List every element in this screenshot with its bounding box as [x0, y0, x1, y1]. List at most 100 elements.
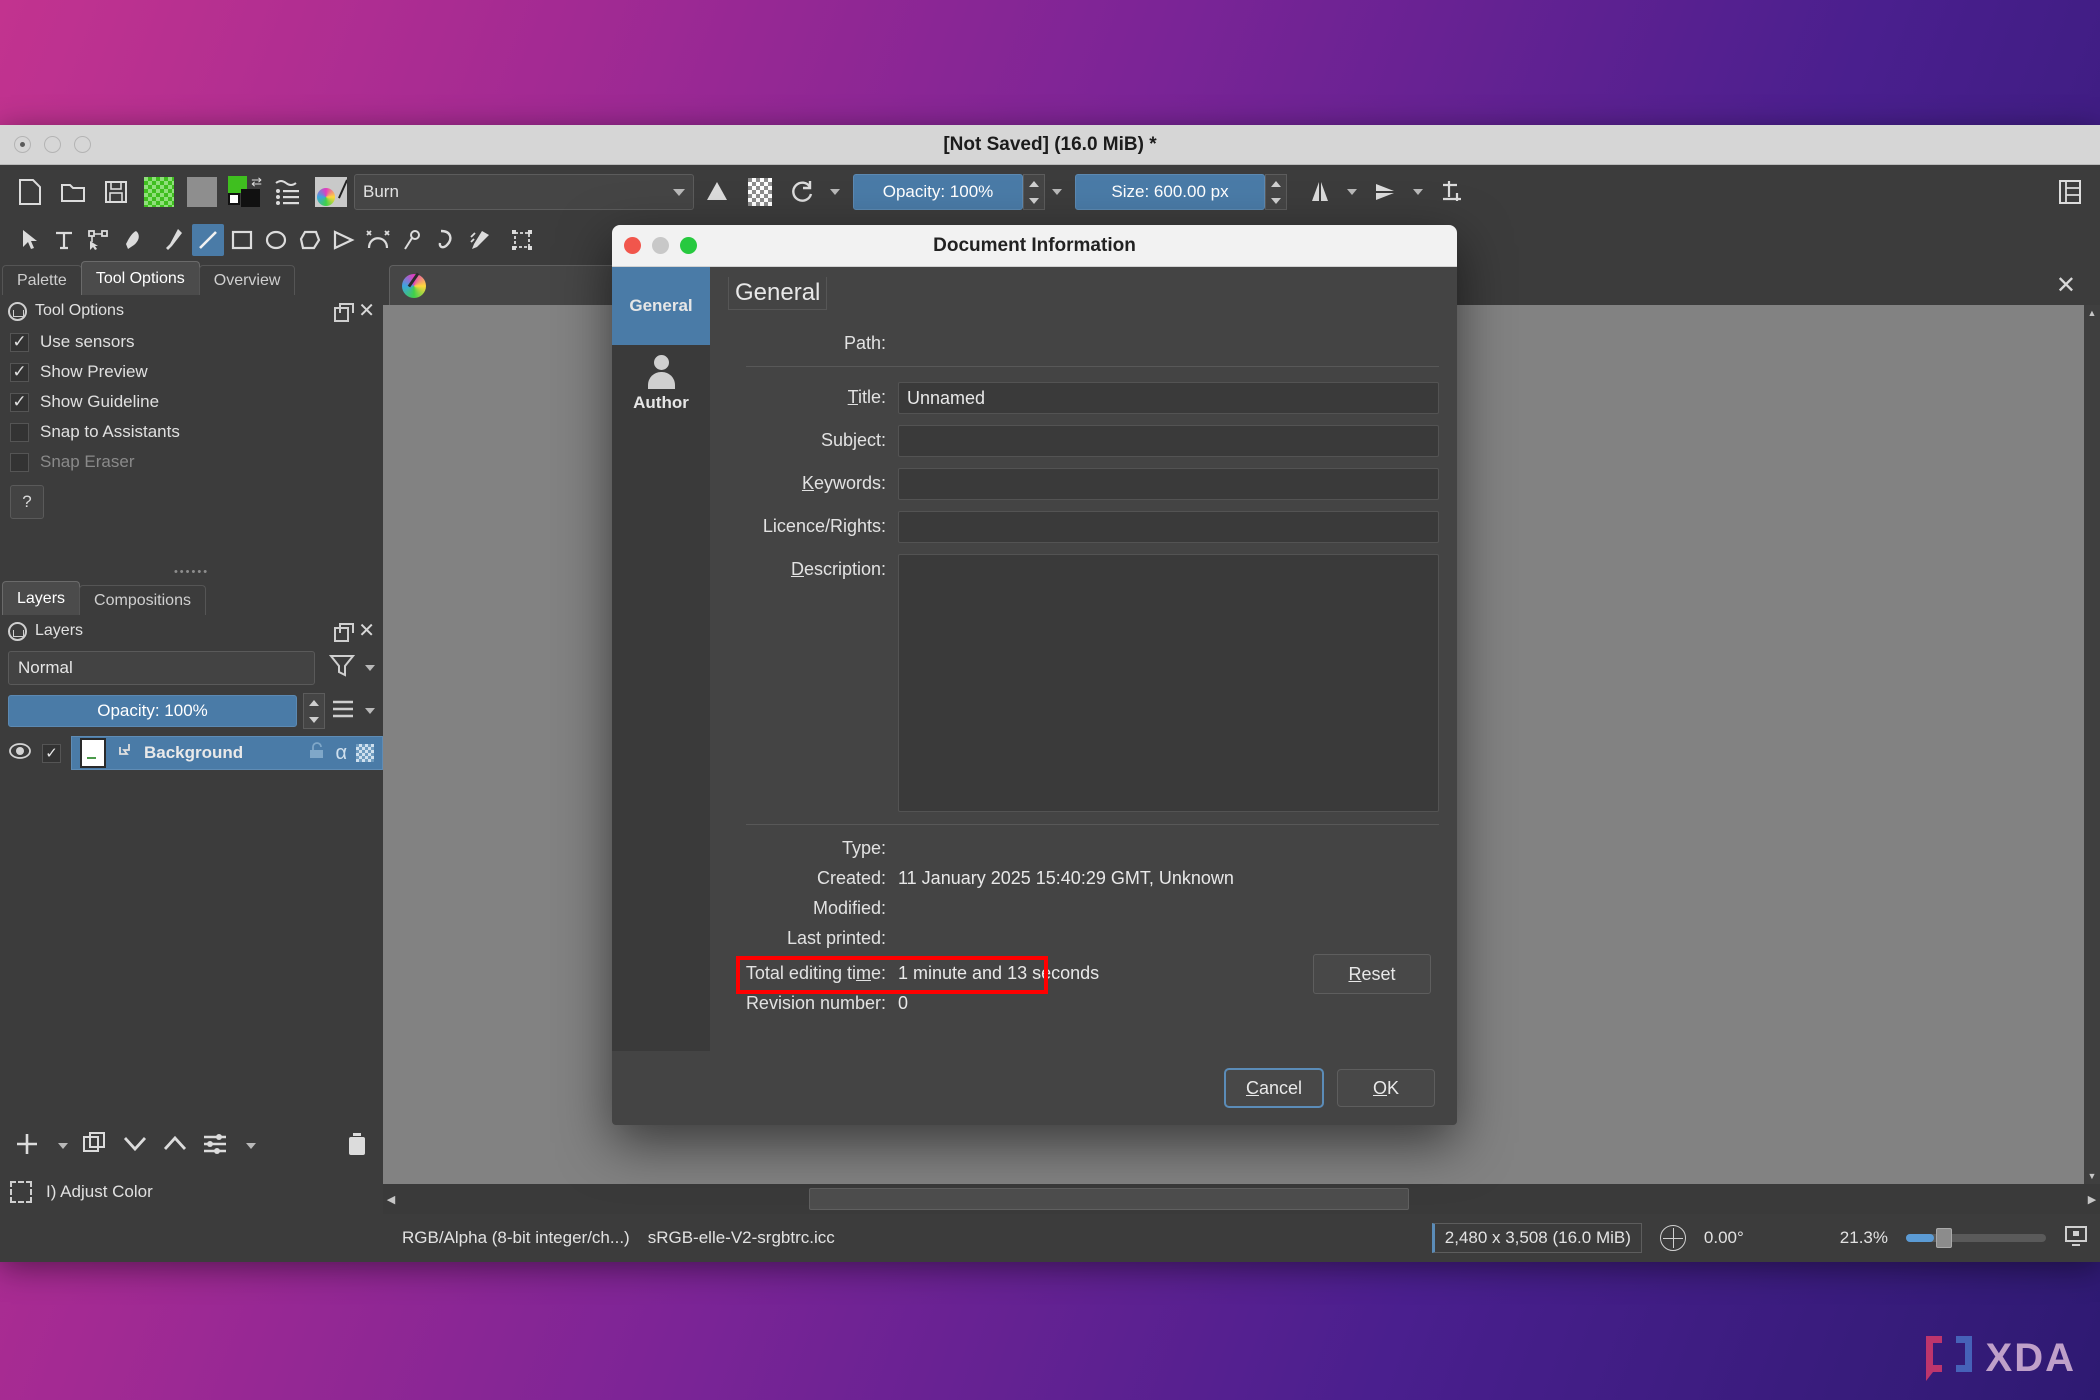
document-dimensions[interactable]: 2,480 x 3,508 (16.0 MiB) — [1432, 1223, 1642, 1253]
scrollbar-thumb[interactable] — [809, 1188, 1409, 1210]
vertical-scrollbar[interactable]: ▲ ▼ — [2084, 305, 2100, 1184]
chevron-down-icon[interactable] — [830, 189, 840, 195]
opacity-stepper[interactable] — [1023, 174, 1045, 210]
option-show-preview[interactable]: ✓ Show Preview — [0, 357, 383, 387]
rectangle-tool[interactable] — [226, 224, 258, 256]
checkbox-checked-icon[interactable]: ✓ — [10, 363, 29, 382]
field-title[interactable]: Title: Unnamed — [728, 382, 1439, 414]
layers-menu-icon[interactable] — [331, 699, 355, 724]
layer-select-checkbox[interactable]: ✓ — [42, 744, 61, 763]
line-tool[interactable] — [192, 224, 224, 256]
new-file-icon[interactable] — [10, 172, 50, 212]
layer-lock-icon[interactable] — [308, 742, 326, 765]
field-keywords[interactable]: Keywords: — [728, 468, 1439, 500]
wrap-around-icon[interactable] — [1432, 172, 1472, 212]
workspace-icon[interactable] — [2050, 172, 2090, 212]
layer-opacity-stepper[interactable] — [303, 693, 325, 729]
chevron-down-icon[interactable] — [1052, 189, 1062, 195]
checkbox-unchecked-icon[interactable] — [10, 423, 29, 442]
chevron-down-icon[interactable] — [58, 1143, 68, 1149]
calligraphy-tool[interactable] — [116, 224, 148, 256]
brush-preset-icon[interactable] — [311, 172, 351, 212]
field-licence[interactable]: Licence/Rights: — [728, 511, 1439, 543]
table-row[interactable]: ✓ Background α — [0, 735, 383, 771]
option-snap-to-assistants[interactable]: Snap to Assistants — [0, 417, 383, 447]
chevron-down-icon[interactable] — [1347, 189, 1357, 195]
add-layer-icon[interactable] — [14, 1131, 40, 1162]
chevron-down-icon[interactable] — [246, 1143, 256, 1149]
transform-tool[interactable] — [506, 224, 538, 256]
delete-layer-icon[interactable] — [345, 1131, 369, 1162]
close-panel-icon[interactable]: ✕ — [358, 301, 375, 321]
fit-to-screen-icon[interactable] — [2064, 1225, 2088, 1252]
field-subject[interactable]: Subject: — [728, 425, 1439, 457]
chevron-down-icon[interactable] — [1413, 189, 1423, 195]
freehand-path-tool[interactable] — [396, 224, 428, 256]
checkbox-checked-icon[interactable]: ✓ — [10, 393, 29, 412]
scroll-up-icon[interactable]: ▲ — [2084, 305, 2100, 321]
layer-link-icon[interactable] — [115, 741, 135, 766]
sidebar-item-author[interactable]: Author — [612, 345, 710, 423]
chevron-down-icon[interactable] — [365, 708, 375, 714]
text-tool[interactable] — [48, 224, 80, 256]
sidebar-item-general[interactable]: General — [612, 267, 710, 345]
layer-background[interactable]: Background α — [71, 736, 383, 770]
horizontal-scrollbar[interactable]: ◀ ▶ — [383, 1184, 2100, 1214]
close-document-icon[interactable]: ✕ — [2038, 271, 2094, 300]
duplicate-layer-icon[interactable] — [82, 1131, 108, 1162]
green-pattern-swatch[interactable] — [139, 172, 179, 212]
layer-alpha-icon[interactable]: α — [335, 742, 347, 765]
select-shapes-tool[interactable] — [14, 224, 46, 256]
rotation-icon[interactable] — [1660, 1225, 1686, 1251]
size-control[interactable]: Size: 600.00 px — [1075, 174, 1287, 210]
brush-preset-combo[interactable]: Burn — [354, 174, 694, 210]
ellipse-tool[interactable] — [260, 224, 292, 256]
fg-bg-color-icon[interactable]: ⇄ — [225, 172, 265, 212]
move-layer-down-icon[interactable] — [122, 1134, 148, 1159]
keywords-input[interactable] — [898, 468, 1439, 500]
size-value[interactable]: Size: 600.00 px — [1075, 174, 1265, 210]
licence-input[interactable] — [898, 511, 1439, 543]
filter-layers-icon[interactable] — [329, 653, 355, 684]
scroll-left-icon[interactable]: ◀ — [383, 1193, 399, 1206]
gradient-list-icon[interactable] — [268, 172, 308, 212]
opacity-control[interactable]: Opacity: 100% — [853, 174, 1045, 210]
help-button[interactable]: ? — [10, 485, 44, 519]
option-show-guideline[interactable]: ✓ Show Guideline — [0, 387, 383, 417]
preserve-alpha-icon[interactable] — [740, 172, 780, 212]
scroll-right-icon[interactable]: ▶ — [2084, 1193, 2100, 1206]
title-input[interactable]: Unnamed — [898, 382, 1439, 414]
opacity-value[interactable]: Opacity: 100% — [853, 174, 1023, 210]
scroll-down-icon[interactable]: ▼ — [2084, 1168, 2100, 1184]
tab-overview[interactable]: Overview — [199, 265, 296, 295]
layer-opacity-slider[interactable]: Opacity: 100% — [8, 695, 297, 727]
save-icon[interactable] — [96, 172, 136, 212]
reload-preset-icon[interactable] — [783, 172, 823, 212]
mirror-horizontal-icon[interactable] — [1300, 172, 1340, 212]
move-layer-up-icon[interactable] — [162, 1134, 188, 1159]
gray-pattern-swatch[interactable] — [182, 172, 222, 212]
option-use-sensors[interactable]: ✓ Use sensors — [0, 327, 383, 357]
blend-mode-combo[interactable]: Normal — [8, 651, 315, 685]
bezier-curve-tool[interactable] — [362, 224, 394, 256]
cancel-button[interactable]: Cancel — [1225, 1069, 1323, 1107]
tab-compositions[interactable]: Compositions — [79, 585, 206, 615]
edit-shapes-tool[interactable] — [82, 224, 114, 256]
dynamic-brush-tool[interactable] — [430, 224, 462, 256]
tab-layers[interactable]: Layers — [2, 581, 80, 615]
tab-tool-options[interactable]: Tool Options — [81, 261, 200, 295]
multibrush-tool[interactable] — [464, 224, 496, 256]
reset-button[interactable]: Reset — [1313, 954, 1431, 994]
eraser-icon[interactable] — [697, 172, 737, 212]
layer-alpha-lock-icon[interactable] — [356, 744, 374, 762]
close-panel-icon[interactable]: ✕ — [358, 621, 375, 641]
mirror-vertical-icon[interactable] — [1366, 172, 1406, 212]
dock-splitter-handle[interactable]: •••••• — [0, 563, 383, 581]
open-folder-icon[interactable] — [53, 172, 93, 212]
chevron-down-icon[interactable] — [365, 665, 375, 671]
tab-palette[interactable]: Palette — [2, 265, 82, 295]
lock-icon[interactable] — [8, 622, 27, 641]
zoom-slider-handle[interactable] — [1936, 1228, 1952, 1248]
float-panel-icon[interactable] — [334, 303, 350, 319]
size-stepper[interactable] — [1265, 174, 1287, 210]
